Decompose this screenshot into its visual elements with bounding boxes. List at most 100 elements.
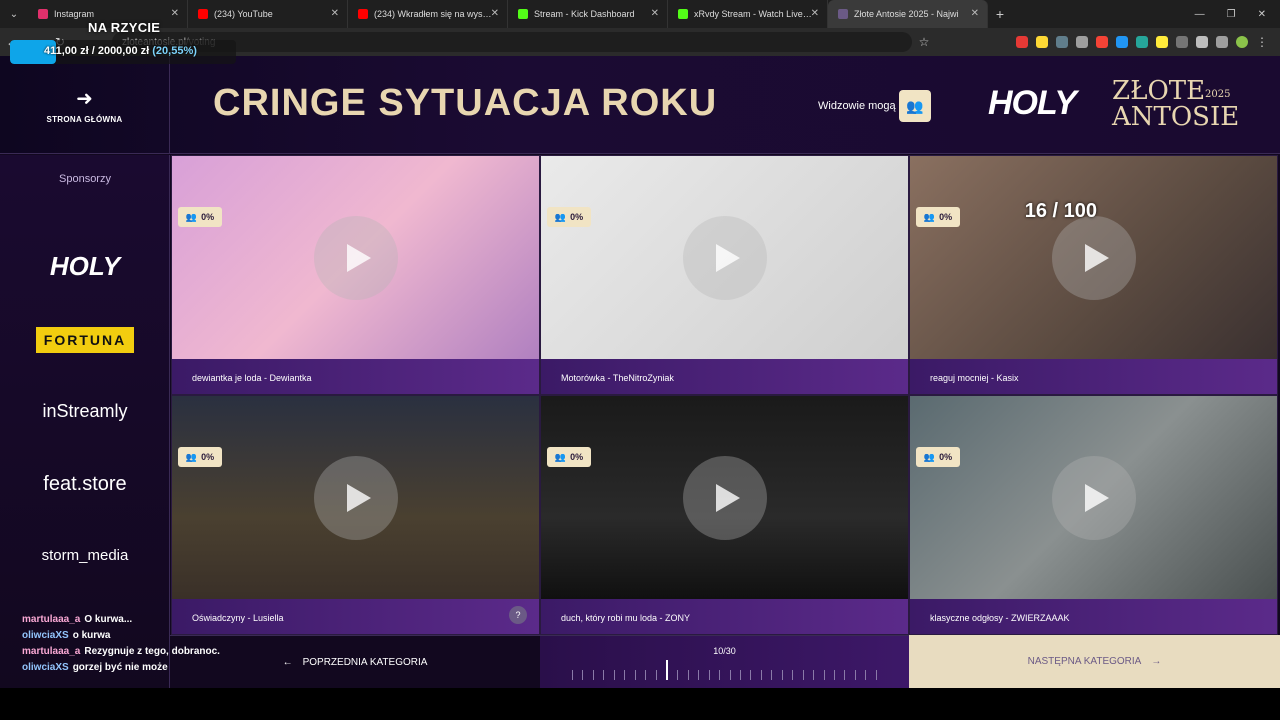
progress-tick[interactable] xyxy=(865,670,867,680)
progress-tick[interactable] xyxy=(655,670,657,680)
browser-tab[interactable]: (234) YouTube ✕ xyxy=(188,0,348,28)
progress-tick[interactable] xyxy=(708,670,710,680)
extension-icon[interactable] xyxy=(1056,36,1068,48)
nominee-card[interactable]: 👥 0% 16 / 100 reaguj mocniej - Kasix xyxy=(909,155,1278,395)
profile-icon[interactable] xyxy=(1216,36,1228,48)
progress-tick[interactable] xyxy=(677,670,679,680)
play-button[interactable] xyxy=(683,456,767,540)
tab-search-icon[interactable]: ⌄ xyxy=(0,0,28,28)
progress-tick[interactable] xyxy=(750,670,752,680)
progress-tick[interactable] xyxy=(792,670,794,680)
browser-tab[interactable]: Stream - Kick Dashboard ✕ xyxy=(508,0,668,28)
stream-counter-overlay: 16 / 100 xyxy=(1024,200,1097,222)
close-window-icon[interactable]: ✕ xyxy=(1258,9,1266,20)
progress-tick[interactable] xyxy=(740,670,741,680)
category-counter: 10/30 xyxy=(713,646,736,656)
progress-tick[interactable] xyxy=(729,670,731,680)
progress-tick[interactable] xyxy=(854,670,856,680)
home-label: STRONA GŁÓWNA xyxy=(46,115,123,124)
play-button[interactable] xyxy=(314,456,398,540)
tab-close-icon[interactable]: ✕ xyxy=(811,8,819,19)
play-button[interactable] xyxy=(314,216,398,300)
extension-icon[interactable] xyxy=(1116,36,1128,48)
progress-tick[interactable] xyxy=(813,670,815,680)
nominee-card[interactable]: 👥 0% Oświadczyny - Lusiella? xyxy=(171,395,540,635)
nominee-card[interactable]: 👥 0% duch, który robi mu loda - ZONY xyxy=(540,395,909,635)
browser-tab[interactable]: (234) Wkradłem się na wyspę Ja ✕ xyxy=(348,0,508,28)
browser-tab[interactable]: xRvdy Stream - Watch Live on K ✕ xyxy=(668,0,828,28)
progress-tick[interactable] xyxy=(613,670,615,680)
progress-tick[interactable] xyxy=(603,670,605,680)
users-icon: 👥 xyxy=(185,211,198,222)
extension-icon[interactable] xyxy=(1096,36,1108,48)
nominee-card[interactable]: 👥 0% klasyczne odgłosy - ZWIERZAAAK xyxy=(909,395,1278,635)
category-footer: ← POPRZEDNIA KATEGORIA 10/30 NASTĘPNA KA… xyxy=(170,635,1280,688)
vote-percent-badge: 👥 0% xyxy=(916,447,960,467)
chat-username: martulaaa_a xyxy=(22,614,81,625)
play-button[interactable] xyxy=(1052,216,1136,300)
nominee-card[interactable]: 👥 0% Motorówka - TheNitroZyniak xyxy=(540,155,909,395)
nominee-caption: dewiantka je loda - Dewiantka xyxy=(172,359,539,394)
sponsor-fortuna[interactable]: FORTUNA xyxy=(36,327,134,353)
avatar[interactable] xyxy=(1236,36,1248,48)
progress-tick[interactable] xyxy=(875,670,877,680)
chat-text: gorzej być nie może xyxy=(72,662,168,673)
tab-close-icon[interactable]: ✕ xyxy=(491,8,499,19)
extension-icon[interactable] xyxy=(1016,36,1028,48)
vote-percent-badge: 👥 0% xyxy=(547,207,591,227)
tab-close-icon[interactable]: ✕ xyxy=(651,8,659,19)
viewers-users-icon[interactable]: 👥 xyxy=(899,90,931,122)
tab-close-icon[interactable]: ✕ xyxy=(331,8,339,19)
progress-tick[interactable] xyxy=(719,670,721,680)
progress-tick[interactable] xyxy=(833,670,835,680)
play-button[interactable] xyxy=(683,216,767,300)
extension-icon[interactable] xyxy=(1176,36,1188,48)
progress-tick[interactable] xyxy=(572,670,573,680)
progress-tick[interactable] xyxy=(634,670,636,680)
extension-icon[interactable] xyxy=(1036,36,1048,48)
extension-icon[interactable] xyxy=(1156,36,1168,48)
progress-tick[interactable] xyxy=(844,670,846,680)
tab-close-icon[interactable]: ✕ xyxy=(171,8,179,19)
progress-tick[interactable] xyxy=(781,670,783,680)
play-icon xyxy=(716,244,740,272)
new-tab-icon[interactable]: + xyxy=(988,6,1012,22)
menu-dots-icon[interactable]: ⋮ xyxy=(1256,35,1268,49)
progress-tick[interactable] xyxy=(582,670,584,680)
stream-goal-title: NA RZYCIE xyxy=(88,20,161,35)
bookmark-star-icon[interactable]: ☆ xyxy=(912,35,936,49)
progress-tick[interactable] xyxy=(760,670,762,680)
progress-tick[interactable] xyxy=(687,670,689,680)
category-title: CRINGE SYTUACJA ROKU xyxy=(213,82,718,124)
sponsor-instreamly[interactable]: inStreamly xyxy=(0,401,170,422)
next-category-button[interactable]: NASTĘPNA KATEGORIA → xyxy=(909,635,1280,688)
progress-tick[interactable] xyxy=(592,670,594,680)
nominee-caption: Oświadczyny - Lusiella xyxy=(172,599,539,634)
minimize-icon[interactable]: — xyxy=(1195,9,1205,20)
nominee-card[interactable]: 👥 0% dewiantka je loda - Dewiantka xyxy=(171,155,540,395)
progress-tick[interactable] xyxy=(624,670,626,680)
progress-tick[interactable] xyxy=(645,670,647,680)
progress-tick[interactable] xyxy=(802,670,804,680)
progress-tick[interactable] xyxy=(823,670,825,680)
sponsor-holy[interactable]: HOLY xyxy=(0,251,170,282)
progress-tick-current[interactable] xyxy=(665,660,668,680)
chat-message: oliwciaXS o kurwa xyxy=(22,628,222,644)
sponsor-stormmedia[interactable]: storm_media xyxy=(0,547,170,564)
stream-chat-overlay: martulaaa_a O kurwa... oliwciaXS o kurwa mar… xyxy=(22,612,222,676)
puzzle-icon[interactable] xyxy=(1196,36,1208,48)
play-button[interactable] xyxy=(1052,456,1136,540)
home-button[interactable]: ➜ STRONA GŁÓWNA xyxy=(0,56,170,154)
maximize-icon[interactable]: ❐ xyxy=(1227,9,1236,20)
help-icon[interactable]: ? xyxy=(509,606,527,624)
progress-tick[interactable] xyxy=(771,670,773,680)
browser-tab[interactable]: Złote Antosie 2025 - Najwi ✕ xyxy=(828,0,988,28)
tab-close-icon[interactable]: ✕ xyxy=(971,8,979,19)
progress-tick[interactable] xyxy=(698,670,700,680)
previous-category-button[interactable]: ← POPRZEDNIA KATEGORIA xyxy=(170,635,540,688)
extension-icon[interactable] xyxy=(1136,36,1148,48)
extension-icon[interactable] xyxy=(1076,36,1088,48)
play-icon xyxy=(347,244,371,272)
vote-percent: 0% xyxy=(939,212,953,222)
sponsor-featstore[interactable]: feat.store xyxy=(0,473,170,496)
